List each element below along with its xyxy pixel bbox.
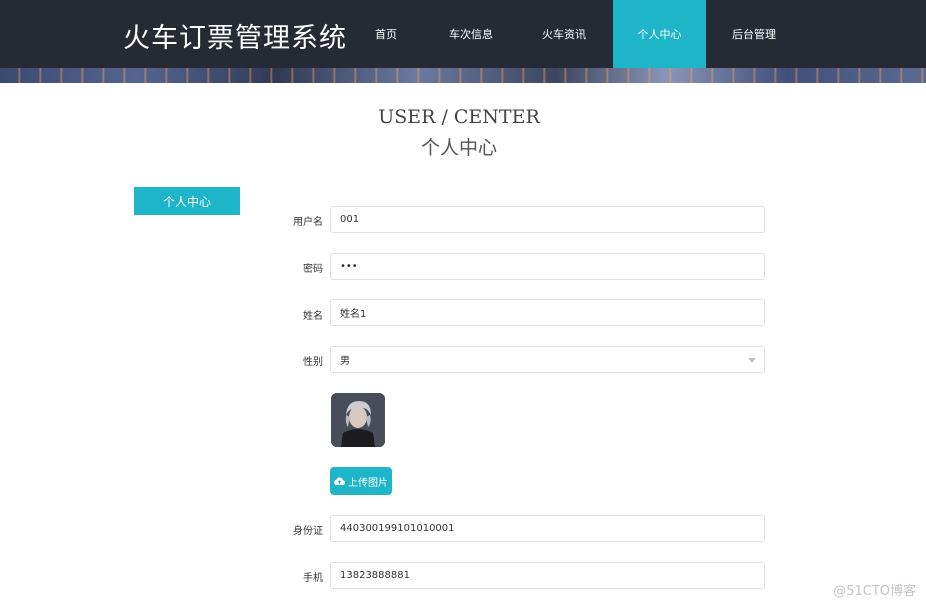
name-value: 姓名1	[340, 309, 367, 320]
brand-title: 火车订票管理系统	[123, 23, 347, 54]
username-value: 001	[340, 214, 360, 225]
nav-train-news[interactable]: 火车资讯	[534, 0, 594, 68]
upload-button-label: 上传图片	[348, 477, 388, 489]
cloud-upload-icon	[334, 477, 345, 485]
nav-personal-center[interactable]: 个人中心	[613, 0, 706, 68]
page-title-cn: 个人中心	[420, 137, 497, 159]
upload-image-button[interactable]: 上传图片	[330, 467, 392, 495]
username-label: 用户名	[293, 217, 323, 228]
top-navbar: 火车订票管理系统 首页 车次信息 火车资讯 个人中心 后台管理	[0, 0, 926, 68]
phone-value: 13823888881	[340, 570, 410, 581]
phone-label: 手机	[303, 573, 323, 584]
chevron-down-icon	[748, 358, 756, 363]
password-label: 密码	[303, 264, 323, 275]
avatar-image	[331, 393, 385, 447]
avatar-portrait	[331, 393, 385, 447]
name-field[interactable]: 姓名1	[330, 299, 765, 326]
banner-image	[0, 68, 926, 83]
id-card-field[interactable]: 440300199101010001	[330, 515, 765, 542]
gender-select[interactable]: 男	[330, 346, 765, 373]
sidebar-item-personal-center[interactable]: 个人中心	[134, 187, 240, 215]
phone-field[interactable]: 13823888881	[330, 562, 765, 589]
id-card-value: 440300199101010001	[340, 523, 455, 534]
nav-home[interactable]: 首页	[361, 0, 411, 68]
page: 火车订票管理系统 首页 车次信息 火车资讯 个人中心 后台管理 USER / C…	[0, 0, 926, 607]
gender-label: 性别	[303, 357, 323, 368]
name-label: 姓名	[303, 311, 323, 322]
watermark: @51CTO博客	[833, 584, 916, 599]
page-title-en: USER / CENTER	[378, 106, 540, 128]
nav-train-info[interactable]: 车次信息	[441, 0, 501, 68]
nav-admin[interactable]: 后台管理	[724, 0, 784, 68]
gender-value: 男	[340, 356, 350, 367]
id-card-label: 身份证	[293, 526, 323, 537]
password-field[interactable]: •••	[330, 253, 765, 280]
username-field[interactable]: 001	[330, 206, 765, 233]
password-value: •••	[340, 261, 358, 272]
